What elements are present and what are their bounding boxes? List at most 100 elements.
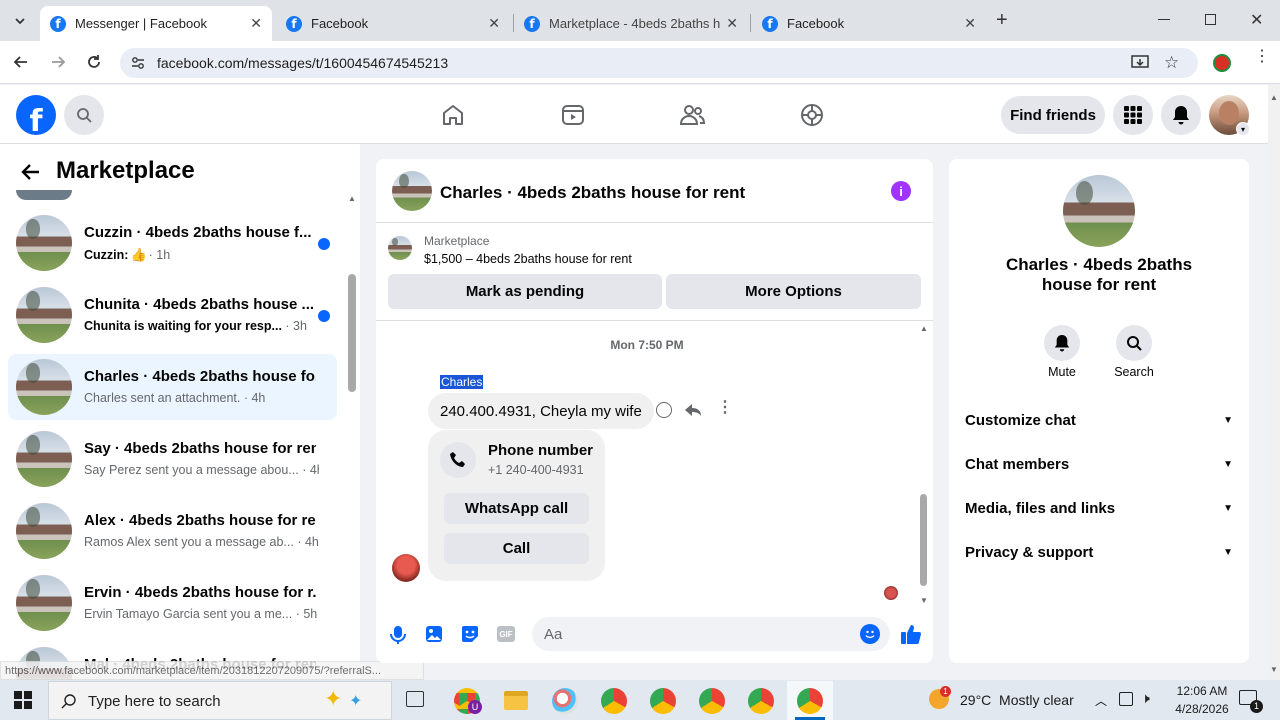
omnibox[interactable]: facebook.com/messages/t/1600454674545213 — [120, 48, 1198, 78]
chrome-icon[interactable] — [699, 688, 725, 714]
new-tab-button[interactable]: + — [996, 10, 1008, 30]
account-chevron-icon[interactable]: ▾ — [1236, 122, 1250, 136]
image-icon[interactable] — [425, 625, 443, 643]
close-tab-icon[interactable]: ✕ — [250, 15, 262, 32]
more-actions-icon[interactable]: ⋮ — [717, 400, 733, 416]
search-chat-button[interactable] — [1116, 325, 1152, 361]
react-icon[interactable] — [656, 402, 672, 418]
listing-thumbnail[interactable] — [388, 236, 412, 260]
emoji-icon[interactable] — [860, 624, 880, 644]
taskbar-search-box[interactable]: Type here to search ✦ ✦ — [48, 681, 392, 720]
sender-avatar[interactable] — [392, 554, 420, 582]
list-item[interactable]: Chunita · 4beds 2baths house ... Chunita… — [8, 282, 337, 348]
tab-search-button[interactable] — [8, 9, 32, 33]
chrome-icon[interactable] — [748, 688, 774, 714]
page-scrollbar[interactable]: ▲ ▼ — [1268, 85, 1280, 680]
search-button[interactable] — [64, 95, 104, 135]
close-window-button[interactable]: ✕ — [1250, 10, 1263, 30]
back-arrow-button[interactable] — [20, 161, 42, 183]
home-nav-button[interactable] — [440, 102, 466, 128]
site-settings-icon[interactable] — [130, 55, 146, 71]
restore-button[interactable] — [1205, 14, 1216, 25]
notifications-button[interactable] — [1161, 95, 1201, 135]
windows-start-icon[interactable] — [14, 691, 32, 709]
clock-date[interactable]: 4/28/2026 — [1166, 702, 1238, 716]
volume-icon[interactable]: 🕨 — [1141, 690, 1150, 707]
list-item-selected[interactable]: Charles · 4beds 2baths house fo... Charl… — [8, 354, 337, 420]
gif-icon[interactable]: GIF — [497, 626, 515, 642]
search-icon — [1127, 336, 1142, 351]
mute-label: Mute — [1048, 365, 1076, 379]
network-icon[interactable] — [1119, 692, 1133, 706]
file-explorer-icon[interactable] — [504, 691, 528, 710]
minimize-button[interactable] — [1158, 19, 1170, 20]
chat-title[interactable]: Charles · 4beds 2baths house for rent — [440, 183, 745, 203]
sticker-icon[interactable] — [461, 625, 479, 643]
tab-facebook-1[interactable]: f Facebook ✕ — [276, 6, 510, 41]
listing-title[interactable]: $1,500 – 4beds 2baths house for rent — [424, 252, 632, 266]
conversation-preview: Ramos Alex sent you a message ab... · 4h — [84, 535, 319, 549]
message-timestamp: Mon 7:50 PM — [610, 338, 684, 352]
info-avatar[interactable] — [1063, 175, 1135, 247]
tab-marketplace[interactable]: f Marketplace - 4beds 2baths ho ✕ — [514, 6, 748, 41]
message-text: 240.400.4931, Cheyla my wife — [440, 402, 642, 420]
microphone-icon[interactable] — [390, 625, 406, 645]
arrow-right-icon — [52, 56, 66, 68]
list-item[interactable]: Alex · 4beds 2baths house for rent Ramos… — [8, 498, 337, 564]
bookmark-star-icon[interactable]: ☆ — [1164, 53, 1179, 73]
clock-time[interactable]: 12:06 AM — [1170, 684, 1234, 698]
friends-nav-button[interactable] — [679, 102, 705, 128]
forward-button[interactable] — [49, 53, 67, 71]
close-tab-icon[interactable]: ✕ — [964, 15, 976, 32]
tray-chevron-icon[interactable]: ︿ — [1095, 692, 1107, 709]
menu-button[interactable] — [1113, 95, 1153, 135]
paint-app-icon[interactable] — [552, 688, 578, 714]
preview-time: · 1h — [148, 248, 171, 262]
thumbs-up-send-icon[interactable] — [900, 623, 922, 645]
unread-dot — [318, 238, 330, 250]
profile-badge: U — [468, 700, 482, 714]
customize-chat-section[interactable]: Customize chat ▼ — [965, 412, 1233, 429]
reply-icon[interactable] — [684, 401, 702, 419]
mute-button[interactable] — [1044, 325, 1080, 361]
close-tab-icon[interactable]: ✕ — [488, 15, 500, 32]
whatsapp-call-button[interactable]: WhatsApp call — [444, 493, 589, 524]
chat-members-section[interactable]: Chat members ▼ — [965, 456, 1233, 473]
message-input[interactable]: Aa — [532, 617, 890, 651]
call-button[interactable]: Call — [444, 533, 589, 564]
left-scrollbar[interactable]: ▲ — [346, 194, 358, 674]
chrome-icon[interactable] — [650, 688, 676, 714]
task-view-icon[interactable] — [406, 691, 424, 707]
media-files-section[interactable]: Media, files and links ▼ — [965, 500, 1233, 517]
info-icon[interactable]: i — [891, 181, 911, 201]
privacy-support-section[interactable]: Privacy & support ▼ — [965, 544, 1233, 561]
more-options-button[interactable]: More Options — [666, 274, 921, 309]
profile-avatar-icon[interactable] — [1213, 54, 1231, 72]
find-friends-button[interactable]: Find friends — [1001, 96, 1105, 134]
grid-menu-icon — [1124, 106, 1142, 124]
browser-menu-icon[interactable]: ⋮ — [1254, 49, 1270, 65]
list-item[interactable]: Say · 4beds 2baths house for rent Say Pe… — [8, 426, 337, 492]
input-placeholder: Aa — [544, 626, 563, 643]
chrome-icon[interactable] — [797, 688, 823, 714]
reload-button[interactable] — [85, 53, 103, 71]
weather-text[interactable]: 29°C Mostly clear — [960, 692, 1074, 708]
conversation-name: Alex · 4beds 2baths house for rent — [84, 512, 316, 529]
mark-pending-button[interactable]: Mark as pending — [388, 274, 662, 309]
facebook-logo[interactable]: f — [16, 95, 56, 135]
list-item[interactable]: Cuzzin · 4beds 2baths house f... Cuzzin:… — [8, 210, 337, 276]
tab-facebook-2[interactable]: f Facebook ✕ — [752, 6, 986, 41]
list-item[interactable]: Ervin · 4beds 2baths house for r... Ervi… — [8, 570, 337, 636]
gaming-nav-button[interactable] — [799, 102, 825, 128]
video-nav-button[interactable] — [560, 102, 586, 128]
message-bubble[interactable]: 240.400.4931, Cheyla my wife — [428, 393, 654, 429]
chat-avatar[interactable] — [392, 171, 432, 211]
conversation-preview: Cuzzin: 👍 · 1h — [84, 247, 319, 263]
back-button[interactable] — [12, 53, 30, 71]
chat-scrollbar[interactable]: ▲ ▼ — [918, 324, 930, 605]
tab-messenger[interactable]: f Messenger | Facebook ✕ — [40, 6, 272, 41]
install-app-icon[interactable] — [1131, 55, 1149, 71]
close-tab-icon[interactable]: ✕ — [726, 15, 738, 32]
chevron-down-icon: ▼ — [1223, 415, 1233, 426]
chrome-icon[interactable] — [601, 688, 627, 714]
